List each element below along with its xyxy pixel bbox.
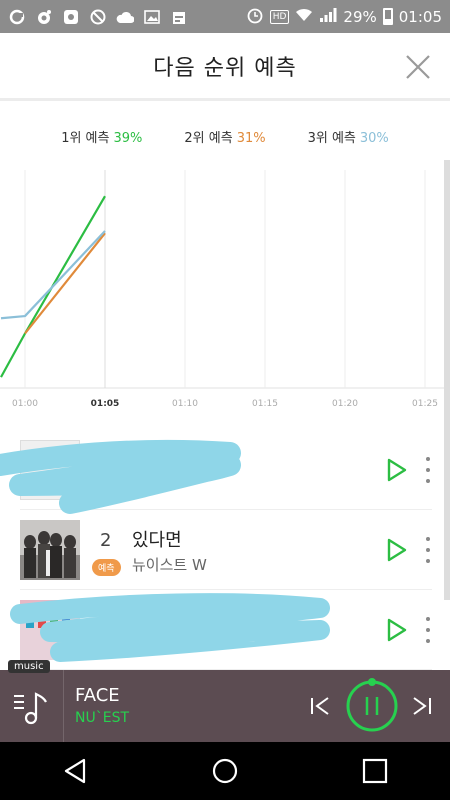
song-title: 있다면: [132, 530, 182, 551]
now-playing-artist: NU`EST: [75, 710, 130, 726]
signal-icon: [319, 7, 337, 27]
play-icon[interactable]: [386, 458, 408, 482]
recent-apps-icon[interactable]: [360, 756, 390, 786]
x-tick-label: 01:10: [172, 399, 198, 409]
legend-label: 3위 예측: [307, 131, 356, 146]
cloud-icon: [116, 9, 134, 25]
battery-percent: 29%: [343, 7, 377, 26]
home-icon[interactable]: [210, 756, 240, 786]
x-tick-label: 01:25: [412, 399, 438, 409]
legend-percent: 30%: [359, 131, 389, 146]
play-icon[interactable]: [386, 538, 408, 562]
wifi-icon: [295, 7, 313, 27]
legend-label: 2위 예측: [184, 131, 233, 146]
pause-button[interactable]: [344, 678, 400, 734]
song-artist: 뉴이스트 W: [132, 556, 207, 574]
more-options-icon[interactable]: [424, 537, 432, 563]
divider: [63, 670, 64, 742]
clock-time: 01:05: [398, 7, 442, 26]
legend-label: 1위 예측: [61, 131, 110, 146]
previous-track-icon[interactable]: [308, 694, 332, 718]
play-icon[interactable]: [386, 618, 408, 642]
status-bar: HD 29% 01:05: [0, 0, 450, 33]
back-icon[interactable]: [60, 756, 90, 786]
close-icon[interactable]: [404, 53, 432, 81]
chart-legend: 1위 예측 39% 2위 예측 31% 3위 예측 30%: [0, 127, 450, 146]
more-options-icon[interactable]: [424, 617, 432, 643]
image-icon: [143, 9, 161, 25]
prediction-chart: 01:00 01:05 01:10 01:15 01:20 01:25: [0, 170, 450, 409]
messenger-icon: [35, 9, 53, 25]
x-tick-label: 01:05: [91, 399, 120, 409]
rank-number: 2: [100, 530, 112, 551]
series-line: [0, 230, 106, 320]
alarm-icon: [246, 6, 264, 28]
list-item[interactable]: [20, 590, 432, 670]
legend-item-rank3: 3위 예측 30%: [308, 127, 389, 146]
hd-voice-icon: HD: [269, 9, 290, 24]
more-options-icon[interactable]: [424, 457, 432, 483]
album-art: [20, 520, 80, 580]
legend-item-rank2: 2위 예측 31%: [184, 127, 265, 146]
list-item[interactable]: 2 예측 있다면 뉴이스트 W: [20, 510, 432, 590]
header: 다음 순위 예측: [0, 33, 450, 101]
mini-player[interactable]: FACE NU`EST: [0, 670, 450, 742]
legend-percent: 39%: [113, 131, 143, 146]
prediction-badge: 예측: [92, 559, 121, 576]
list-item[interactable]: [20, 430, 432, 510]
x-tick-label: 01:00: [12, 399, 38, 409]
next-track-icon[interactable]: [410, 694, 434, 718]
do-not-disturb-icon: [89, 9, 107, 25]
album-art: [20, 440, 80, 500]
vibrate-icon: [62, 9, 80, 25]
ranking-list: 2 예측 있다면 뉴이스트 W: [0, 430, 450, 670]
page-title: 다음 순위 예측: [153, 55, 297, 81]
legend-percent: 31%: [236, 131, 266, 146]
music-tag: music: [8, 660, 50, 673]
battery-icon: [382, 8, 393, 25]
now-playing-title: FACE: [75, 685, 120, 706]
album-art: [20, 600, 80, 660]
system-navigation-bar: [0, 742, 450, 800]
legend-item-rank1: 1위 예측 39%: [61, 127, 142, 146]
playlist-icon[interactable]: [12, 690, 52, 726]
app-notification-icon: [8, 9, 26, 25]
x-tick-label: 01:15: [252, 399, 278, 409]
x-tick-label: 01:20: [332, 399, 358, 409]
calendar-icon: [170, 9, 188, 25]
series-line: [24, 232, 106, 335]
